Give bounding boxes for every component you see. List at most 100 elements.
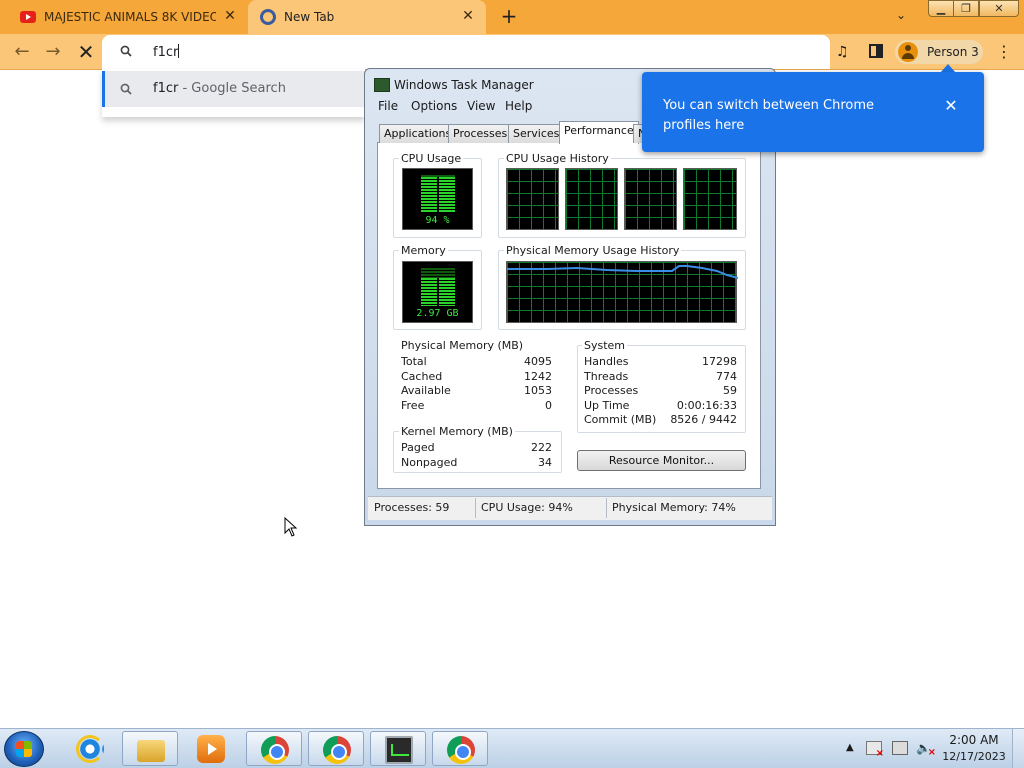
stat-label-uptime: Up Time — [584, 399, 630, 412]
memory-label: Memory — [399, 244, 448, 257]
bubble-text: You can switch between Chrome profiles h… — [663, 98, 874, 133]
tab-title: MAJESTIC ANIMALS 8K VIDEO U — [44, 10, 216, 24]
memory-history-label: Physical Memory Usage History — [504, 244, 682, 257]
menu-help[interactable]: Help — [505, 99, 532, 113]
cpu-usage-bars — [421, 177, 455, 213]
suggestion-text[interactable]: f1cr - Google Search — [153, 81, 286, 96]
stat-label-paged: Paged — [401, 441, 435, 454]
profile-button[interactable]: Person 3 — [895, 40, 983, 64]
menu-options[interactable]: Options — [411, 99, 457, 113]
stat-label-processes: Processes — [584, 384, 639, 397]
stat-value-threads: 774 — [716, 370, 737, 383]
internet-explorer-icon — [76, 735, 104, 763]
tab-title: New Tab — [284, 10, 335, 24]
physical-memory-label: Physical Memory (MB) — [399, 339, 526, 352]
task-manager-icon — [374, 78, 390, 92]
memory-bars — [421, 278, 455, 306]
action-center-flag-icon[interactable] — [866, 741, 884, 759]
stat-value-available: 1053 — [524, 384, 552, 397]
window-close-button[interactable]: ✕ — [979, 0, 1019, 17]
chrome-icon — [447, 736, 475, 764]
tab-processes[interactable]: Processes — [448, 124, 513, 143]
tab-close-icon[interactable]: ✕ — [460, 8, 476, 24]
show-hidden-icons-chevron-icon[interactable]: ▲ — [846, 742, 854, 753]
omnibox[interactable] — [102, 35, 830, 69]
mouse-pointer-icon — [284, 517, 298, 537]
clock-date[interactable]: 12/17/2023 — [940, 750, 1008, 763]
youtube-icon — [20, 11, 36, 23]
memory-history-graph — [506, 261, 738, 323]
forward-button[interactable]: → — [43, 42, 63, 62]
stat-label-cached: Cached — [401, 370, 443, 383]
window-minimize-button[interactable]: ▁ — [928, 0, 954, 17]
omnibox-input[interactable]: f1cr — [153, 44, 180, 60]
stop-loading-button[interactable]: ✕ — [76, 42, 96, 62]
show-desktop-button[interactable] — [1012, 729, 1024, 768]
start-button[interactable] — [4, 731, 44, 767]
tab-search-chevron-icon[interactable]: ⌄ — [896, 8, 906, 22]
cpu-usage-value: 94 % — [425, 215, 450, 226]
taskbar-file-explorer[interactable] — [122, 731, 178, 766]
network-icon[interactable] — [892, 741, 908, 755]
taskbar-internet-explorer[interactable] — [62, 731, 118, 766]
cpu-usage-bars-empty — [421, 175, 455, 177]
volume-icon[interactable]: 🔈 — [916, 741, 936, 760]
status-divider — [606, 498, 607, 518]
memory-bars-empty — [421, 268, 455, 278]
stat-value-processes: 59 — [723, 384, 737, 397]
taskbar-chrome-2[interactable] — [308, 731, 364, 766]
media-controls-icon[interactable]: ♫ — [836, 44, 849, 60]
folder-icon — [137, 740, 165, 762]
stat-label-total: Total — [401, 355, 427, 368]
search-icon — [120, 83, 132, 95]
cpu-history-graph-core-2 — [565, 168, 618, 230]
kernel-memory-label: Kernel Memory (MB) — [399, 425, 515, 438]
tab-close-icon[interactable]: ✕ — [222, 8, 238, 24]
stat-value-paged: 222 — [531, 441, 552, 454]
memory-history-line — [507, 265, 738, 279]
tab-applications[interactable]: Applications — [379, 124, 457, 143]
menu-view[interactable]: View — [467, 99, 495, 113]
task-manager-title: Windows Task Manager — [394, 78, 534, 92]
back-button[interactable]: ← — [12, 42, 32, 62]
tab-performance[interactable]: Performance — [559, 121, 639, 144]
resource-monitor-button[interactable]: Resource Monitor... — [577, 450, 746, 471]
tab-youtube[interactable]: MAJESTIC ANIMALS 8K VIDEO U ✕ — [8, 0, 248, 34]
taskbar-task-manager[interactable] — [370, 731, 426, 766]
avatar-icon — [898, 42, 918, 62]
stat-value-nonpaged: 34 — [538, 456, 552, 469]
bubble-close-icon[interactable]: ✕ — [942, 97, 960, 115]
memory-value: 2.97 GB — [416, 308, 459, 319]
stat-label-threads: Threads — [584, 370, 629, 383]
status-cpu-usage: CPU Usage: 94% — [481, 501, 573, 514]
chrome-icon — [260, 9, 276, 25]
task-manager-icon — [385, 736, 413, 764]
profile-name: Person 3 — [927, 45, 979, 59]
tab-new-tab[interactable]: New Tab ✕ — [248, 0, 486, 34]
tab-services[interactable]: Services — [508, 124, 565, 143]
side-panel-icon[interactable] — [869, 44, 883, 58]
status-divider — [475, 498, 476, 518]
suggestion-query: f1cr — [153, 81, 179, 96]
window-maximize-button[interactable]: ❐ — [953, 0, 979, 17]
taskbar-chrome-3[interactable] — [432, 731, 488, 766]
suggestion-suffix: - Google Search — [178, 81, 286, 96]
taskbar-media-player[interactable] — [183, 731, 239, 766]
stat-value-total: 4095 — [524, 355, 552, 368]
new-tab-button[interactable]: + — [498, 6, 520, 28]
stat-value-cached: 1242 — [524, 370, 552, 383]
chrome-menu-button[interactable]: ⋮ — [996, 42, 1012, 61]
cpu-history-graph-core-3 — [624, 168, 677, 230]
taskbar-chrome-1[interactable] — [246, 731, 302, 766]
stat-label-free: Free — [401, 399, 425, 412]
stat-label-nonpaged: Nonpaged — [401, 456, 458, 469]
cpu-usage-meter: 94 % — [402, 168, 473, 230]
windows-logo-icon — [16, 741, 32, 757]
stat-value-commit: 8526 / 9442 — [670, 413, 737, 426]
stat-label-handles: Handles — [584, 355, 629, 368]
media-player-icon — [197, 735, 225, 763]
stat-label-commit: Commit (MB) — [584, 413, 657, 426]
menu-file[interactable]: File — [378, 99, 398, 113]
stat-value-handles: 17298 — [702, 355, 737, 368]
clock-time[interactable]: 2:00 AM — [944, 733, 1004, 747]
